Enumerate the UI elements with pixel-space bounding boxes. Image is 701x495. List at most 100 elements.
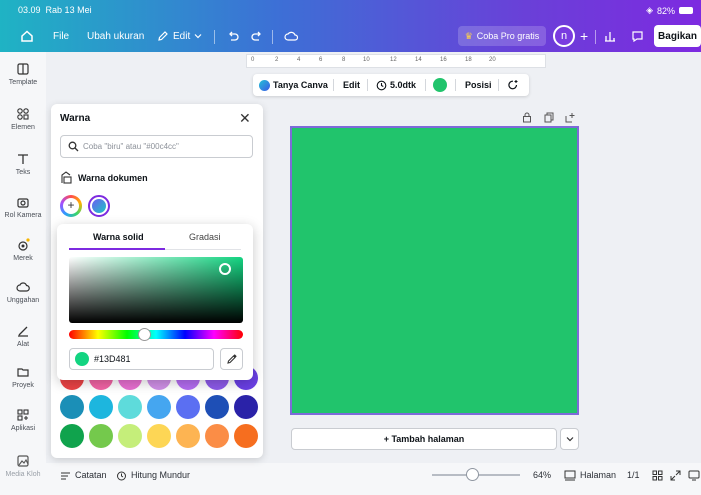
ruler-tick: 2	[275, 57, 279, 63]
gradient-swatch	[92, 199, 106, 213]
edit-button[interactable]: Edit	[343, 74, 360, 96]
rail-label: Merek	[13, 255, 33, 262]
zoom-slider-thumb[interactable]	[465, 468, 479, 481]
rail-item-tools[interactable]: Alat	[0, 324, 46, 348]
color-swatch[interactable]	[234, 395, 258, 419]
color-swatch[interactable]	[89, 424, 113, 448]
redo-button[interactable]	[251, 22, 264, 50]
add-collaborator-button[interactable]: +	[580, 22, 588, 50]
rail-item-text[interactable]: Teks	[0, 152, 46, 176]
duration-button[interactable]: 5.0dtk	[376, 74, 416, 96]
color-swatch[interactable]	[147, 395, 171, 419]
saturation-value-area[interactable]	[69, 257, 243, 323]
rail-item-media[interactable]: Media Kloh	[0, 454, 46, 478]
ruler-tick: 8	[342, 57, 346, 63]
color-button[interactable]	[433, 74, 447, 96]
insights-button[interactable]	[604, 22, 616, 50]
document-colors-heading: Warna dokumen	[60, 171, 148, 184]
notes-button[interactable]: Catatan	[60, 463, 107, 487]
tab-gradient[interactable]: Gradasi	[189, 232, 221, 242]
grid-view-button[interactable]	[652, 463, 663, 487]
camera-roll-icon	[17, 198, 29, 208]
color-swatch[interactable]	[205, 395, 229, 419]
rail-item-apps[interactable]: Aplikasi	[0, 408, 46, 432]
plus-icon: +	[580, 28, 589, 44]
rail-item-template[interactable]: Template	[0, 62, 46, 86]
color-swatch[interactable]	[118, 424, 142, 448]
divider	[214, 30, 215, 44]
lock-icon	[523, 112, 531, 123]
try-pro-button[interactable]: ♛ Coba Pro gratis	[458, 26, 546, 46]
rail-label: Aplikasi	[10, 425, 36, 432]
undo-button[interactable]	[226, 22, 239, 50]
pages-label: Halaman	[580, 470, 617, 480]
add-color-button[interactable]: +	[60, 195, 82, 217]
search-icon	[68, 141, 79, 152]
hex-input[interactable]	[94, 354, 204, 364]
add-page-options-button[interactable]	[560, 428, 579, 450]
color-swatch[interactable]	[176, 395, 200, 419]
rail-item-camera-roll[interactable]: Rol Kamera	[0, 195, 46, 219]
zoom-value[interactable]: 64%	[533, 463, 551, 487]
resize-menu[interactable]: Ubah ukuran	[87, 22, 144, 50]
present-icon	[688, 470, 700, 480]
color-swatch[interactable]	[205, 424, 229, 448]
rail-item-brand[interactable]: Merek	[0, 238, 46, 262]
ruler-tick: 10	[363, 57, 370, 63]
hue-slider[interactable]	[69, 330, 243, 339]
file-menu[interactable]: File	[53, 22, 69, 50]
eyedropper-button[interactable]	[220, 348, 243, 370]
position-button[interactable]: Posisi	[465, 74, 492, 96]
crown-icon: ♛	[464, 30, 473, 41]
comments-button[interactable]	[631, 22, 644, 50]
avatar[interactable]: n	[553, 25, 575, 47]
fullscreen-button[interactable]	[670, 463, 681, 487]
countdown-button[interactable]: Hitung Mundur	[116, 463, 190, 487]
more-options-button[interactable]	[507, 74, 519, 96]
ask-canva-button[interactable]: Tanya Canva	[259, 74, 328, 96]
panel-title: Warna	[60, 113, 91, 124]
saturation-value-handle[interactable]	[219, 263, 231, 275]
design-page[interactable]	[290, 126, 579, 415]
color-swatch[interactable]	[60, 395, 84, 419]
color-swatch[interactable]	[176, 424, 200, 448]
rail-item-uploads[interactable]: Unggahan	[0, 280, 46, 304]
duplicate-page-button[interactable]	[544, 112, 554, 126]
edit-menu[interactable]: Edit	[157, 22, 202, 50]
divider	[498, 79, 499, 91]
comment-icon	[632, 30, 643, 42]
ruler-tick: 20	[489, 57, 496, 63]
pencil-icon	[158, 31, 168, 41]
tab-solid-color[interactable]: Warna solid	[93, 232, 144, 242]
share-button[interactable]: Bagikan	[654, 25, 701, 47]
try-pro-label: Coba Pro gratis	[476, 31, 540, 41]
color-swatch[interactable]	[234, 424, 258, 448]
lock-page-button[interactable]	[522, 112, 532, 126]
close-panel-button[interactable]: ✕	[239, 110, 251, 127]
color-search-input[interactable]	[83, 142, 243, 151]
current-color-swatch	[433, 78, 447, 92]
hue-slider-handle[interactable]	[137, 328, 151, 341]
color-search-field[interactable]	[60, 135, 253, 158]
home-button[interactable]	[20, 22, 34, 50]
template-icon	[17, 63, 29, 75]
color-swatch[interactable]	[147, 424, 171, 448]
cloud-check-icon	[284, 31, 298, 41]
add-page-button[interactable]: + Tambah halaman	[291, 428, 557, 450]
hex-field[interactable]	[69, 348, 214, 370]
add-page-top-button[interactable]	[565, 112, 576, 126]
color-swatch[interactable]	[89, 395, 113, 419]
redo-icon	[251, 31, 261, 41]
clock-text: 03.09	[18, 5, 41, 15]
present-button[interactable]	[688, 463, 700, 487]
pages-button[interactable]: Halaman	[564, 463, 616, 487]
rail-item-projects[interactable]: Proyek	[0, 365, 46, 389]
rail-label: Unggahan	[6, 297, 40, 304]
clock-icon	[376, 80, 387, 90]
color-swatch[interactable]	[118, 395, 142, 419]
rail-item-elements[interactable]: Elemen	[0, 107, 46, 131]
cloud-save-button[interactable]	[284, 22, 298, 50]
document-color-swatch[interactable]	[88, 195, 110, 217]
ruler-tick: 12	[390, 57, 397, 63]
color-swatch[interactable]	[60, 424, 84, 448]
